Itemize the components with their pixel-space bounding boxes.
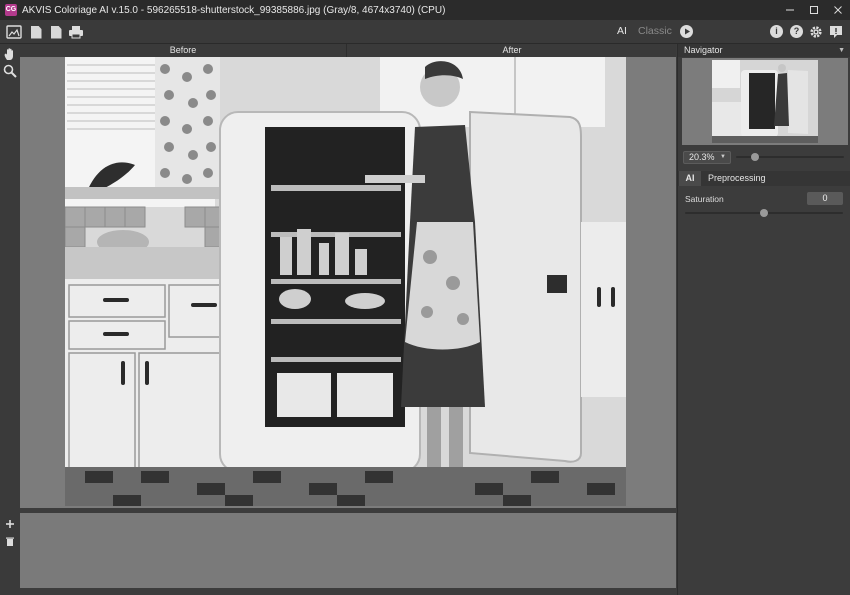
zoom-slider-handle[interactable] xyxy=(751,153,760,161)
saturation-label: Saturation xyxy=(685,194,724,204)
minimize-icon[interactable] xyxy=(778,0,802,20)
add-icon[interactable] xyxy=(4,519,16,531)
image-canvas[interactable] xyxy=(20,57,676,508)
zoom-value: 20.3% xyxy=(689,152,715,162)
view-tabs: Before After xyxy=(20,44,676,57)
settings-tabs: AI Preprocessing xyxy=(678,171,850,186)
help-icon[interactable]: ? xyxy=(790,25,803,38)
navigator-preview[interactable] xyxy=(682,58,848,145)
navigator-header: Navigator ▼ xyxy=(678,44,850,57)
save-file-icon[interactable] xyxy=(48,24,64,40)
title-bar: CG AKVIS Coloriage AI v.15.0 - 596265518… xyxy=(0,0,850,20)
maximize-icon[interactable] xyxy=(802,0,826,20)
hand-tool-icon[interactable] xyxy=(2,47,18,63)
navigator-title: Navigator xyxy=(684,45,723,55)
tool-panel xyxy=(0,44,20,595)
open-image-icon[interactable] xyxy=(6,24,22,40)
mode-tab-ai[interactable]: AI xyxy=(617,25,627,37)
saturation-slider-handle[interactable] xyxy=(760,209,768,217)
zoom-tool-icon[interactable] xyxy=(2,64,18,80)
close-icon[interactable] xyxy=(826,0,850,20)
tab-before[interactable]: Before xyxy=(20,44,347,57)
right-panel: Navigator ▼ 20.3% ▼ AI Preprocessing Sat… xyxy=(677,44,850,595)
app-logo-icon: CG xyxy=(5,4,17,16)
tab-ai[interactable]: AI xyxy=(679,171,701,186)
tab-preprocessing[interactable]: Preprocessing xyxy=(708,171,766,186)
print-icon[interactable] xyxy=(68,24,84,40)
zoom-dropdown[interactable]: 20.3% ▼ xyxy=(683,151,731,164)
notifications-icon[interactable] xyxy=(828,24,844,40)
mode-tab-classic[interactable]: Classic xyxy=(638,25,672,37)
run-icon[interactable] xyxy=(680,25,693,38)
saturation-input[interactable]: 0 xyxy=(807,192,843,205)
photo-image xyxy=(65,57,626,506)
info-icon[interactable]: i xyxy=(770,25,783,38)
collapse-icon[interactable]: ▼ xyxy=(838,44,845,57)
tab-after[interactable]: After xyxy=(348,44,676,57)
open-file-icon[interactable] xyxy=(28,24,44,40)
settings-icon[interactable] xyxy=(808,24,824,40)
window-title: AKVIS Coloriage AI v.15.0 - 596265518-sh… xyxy=(22,4,446,16)
delete-icon[interactable] xyxy=(4,536,16,548)
navigator-thumbnail xyxy=(712,60,818,143)
stroke-panel xyxy=(20,513,676,588)
chevron-down-icon: ▼ xyxy=(720,154,726,160)
toolbar: AI Classic i ? xyxy=(0,20,850,44)
